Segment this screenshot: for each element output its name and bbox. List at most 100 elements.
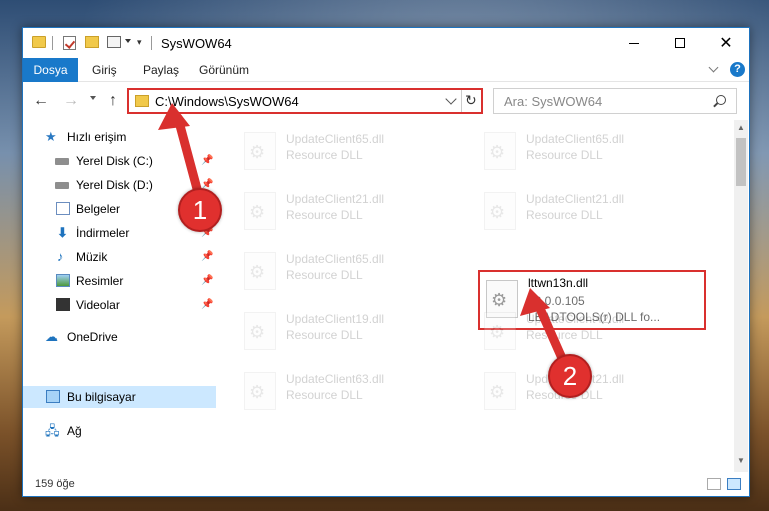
file-description: Resource DLL	[286, 268, 363, 282]
sidebar-item-label: Videolar	[76, 298, 120, 312]
dll-file-icon	[484, 192, 516, 230]
tab-file[interactable]: Dosya	[23, 58, 78, 82]
sidebar-item-label: Belgeler	[76, 202, 121, 216]
search-input[interactable]: Ara: SysWOW64	[493, 88, 737, 114]
file-name: UpdateClient19.dll	[286, 312, 385, 326]
sidebar-item-local-disk-c[interactable]: Yerel Disk (C:) 📌	[23, 150, 216, 172]
toolbar-dropdown-icon[interactable]: ▾	[137, 38, 145, 47]
address-bar[interactable]: C:\Windows\SysWOW64 ↻	[127, 88, 483, 114]
properties-icon[interactable]	[107, 36, 121, 48]
address-path[interactable]: C:\Windows\SysWOW64	[155, 94, 299, 109]
sidebar-item-quick-access[interactable]: ★ Hızlı erişim	[23, 126, 216, 148]
pin-icon[interactable]: 📌	[201, 155, 213, 166]
refresh-icon[interactable]: ↻	[465, 92, 477, 109]
tab-share[interactable]: Paylaş	[133, 58, 189, 82]
annotation-step-1: 1	[178, 188, 222, 232]
scroll-up-icon[interactable]: ▲	[737, 123, 745, 132]
download-icon: ⬇	[57, 225, 68, 240]
title-bar: ▾ SysWOW64 ✕	[23, 28, 749, 58]
sidebar-item-label: Hızlı erişim	[67, 130, 127, 144]
file-tile[interactable]: UpdateClient21.dll Resource DLL	[230, 186, 456, 234]
dll-file-icon	[484, 372, 516, 410]
expand-ribbon-chevron-icon[interactable]	[709, 64, 719, 74]
file-description: Resource DLL	[526, 328, 603, 342]
file-tile[interactable]: UpdateClient65.dll Resource DLL	[470, 126, 696, 174]
file-name: UpdateClient21.dll	[526, 192, 625, 206]
file-description: Resource DLL	[286, 208, 363, 222]
folder-icon	[135, 95, 149, 107]
maximize-button[interactable]	[657, 28, 703, 58]
sidebar-item-videos[interactable]: Videolar 📌	[23, 294, 216, 316]
tab-home[interactable]: Giriş	[82, 58, 127, 82]
music-icon: ♪	[57, 249, 64, 264]
dll-file-icon	[244, 192, 276, 230]
sidebar-item-this-pc[interactable]: Bu bilgisayar	[23, 386, 216, 408]
ribbon-tabs: Dosya Giriş Paylaş Görünüm ?	[23, 58, 749, 82]
cloud-icon: ☁	[45, 329, 58, 344]
star-icon: ★	[45, 129, 57, 144]
minimize-button[interactable]	[611, 28, 657, 58]
dll-file-icon	[244, 372, 276, 410]
network-icon: 🖧	[45, 423, 60, 438]
file-name: UpdateClient65.dll	[286, 132, 385, 146]
file-tile[interactable]: UpdateClient65.dll Resource DLL	[230, 126, 456, 174]
file-description: Resource DLL	[286, 328, 363, 342]
disk-icon	[55, 182, 69, 189]
sidebar-item-label: Yerel Disk (D:)	[76, 178, 153, 192]
sidebar-item-music[interactable]: ♪ Müzik 📌	[23, 246, 216, 268]
pin-icon[interactable]: 📌	[201, 299, 213, 310]
properties-check-icon[interactable]	[63, 36, 76, 50]
tab-view[interactable]: Görünüm	[189, 58, 259, 82]
annotation-step-2: 2	[548, 354, 592, 398]
file-tile[interactable]: UpdateClient42.dll Resource DLL	[470, 306, 696, 354]
navigation-bar: ← → ↑ C:\Windows\SysWOW64 ↻ Ara: SysWOW6…	[23, 83, 749, 119]
window-title: SysWOW64	[161, 36, 232, 51]
vertical-scrollbar[interactable]: ▲ ▼	[734, 120, 748, 472]
dll-file-icon	[244, 312, 276, 350]
search-icon	[716, 95, 726, 105]
sidebar-item-label: Müzik	[76, 250, 108, 264]
pin-icon[interactable]: 📌	[201, 251, 213, 262]
file-tile[interactable]: UpdateClient21.dll Resource DLL	[470, 186, 696, 234]
recent-locations-chevron-icon[interactable]	[90, 96, 96, 100]
file-name: UpdateClient63.dll	[286, 372, 385, 386]
title-divider	[151, 36, 152, 50]
scroll-thumb[interactable]	[736, 138, 746, 186]
maximize-icon	[675, 38, 685, 48]
file-description: Resource DLL	[286, 388, 363, 402]
customize-toolbar-chevron-icon[interactable]	[125, 39, 131, 43]
item-count: 159 öğe	[35, 478, 75, 490]
forward-arrow-icon[interactable]: →	[63, 93, 79, 109]
sidebar-item-onedrive[interactable]: ☁ OneDrive	[23, 326, 216, 348]
close-button[interactable]: ✕	[703, 28, 749, 58]
dll-file-icon	[244, 132, 276, 170]
pictures-icon	[56, 274, 70, 287]
details-view-icon[interactable]	[707, 478, 721, 490]
computer-icon	[46, 390, 60, 403]
pin-icon[interactable]: 📌	[201, 275, 213, 286]
file-name: UpdateClient21.dll	[286, 192, 385, 206]
file-tile[interactable]: UpdateClient19.dll Resource DLL	[230, 306, 456, 354]
minimize-icon	[629, 42, 639, 44]
tiles-view-icon[interactable]	[727, 478, 741, 490]
back-arrow-icon[interactable]: ←	[33, 93, 49, 109]
file-tile[interactable]: UpdateClient65.dll Resource DLL	[230, 246, 456, 294]
help-icon[interactable]: ?	[730, 62, 745, 77]
sidebar-item-network[interactable]: 🖧 Ağ	[23, 420, 216, 442]
status-bar: 159 öğe	[23, 472, 749, 496]
folder-icon	[32, 36, 46, 48]
new-folder-icon[interactable]	[85, 36, 99, 48]
quick-access-divider	[52, 36, 53, 50]
sidebar-item-label: OneDrive	[67, 330, 118, 344]
address-divider	[461, 90, 462, 112]
file-tile[interactable]: UpdateClient63.dll Resource DLL	[230, 366, 456, 414]
sidebar-item-pictures[interactable]: Resimler 📌	[23, 270, 216, 292]
sidebar-item-label: Resimler	[76, 274, 124, 288]
scroll-down-icon[interactable]: ▼	[737, 456, 745, 465]
sidebar-item-label: Ağ	[67, 424, 82, 438]
file-description: Resource DLL	[526, 208, 603, 222]
up-arrow-icon[interactable]: ↑	[109, 93, 117, 109]
file-name: UpdateClient65.dll	[526, 132, 625, 146]
videos-icon	[56, 298, 70, 311]
address-history-chevron-icon[interactable]	[445, 93, 457, 105]
